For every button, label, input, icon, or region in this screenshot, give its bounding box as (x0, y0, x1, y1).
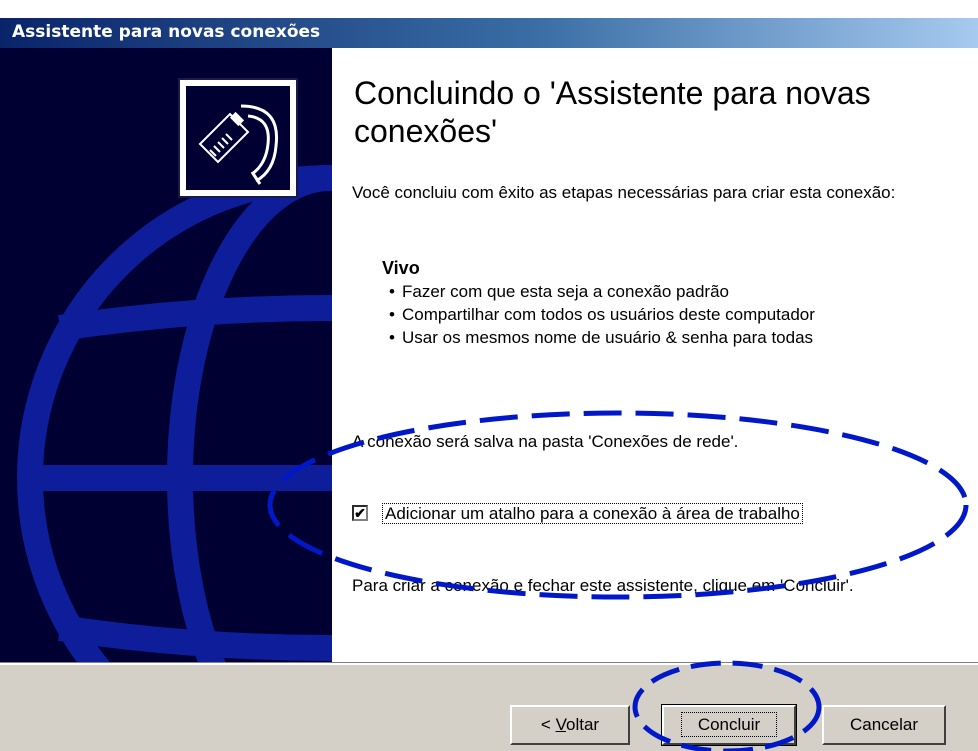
button-bar: < Voltar Concluir Cancelar (0, 662, 978, 751)
intro-text: Você concluiu com êxito as etapas necess… (352, 183, 896, 202)
wizard-content: Concluindo o 'Assistente para novas cone… (332, 48, 978, 663)
top-strip (0, 0, 978, 18)
back-button[interactable]: < Voltar (510, 705, 630, 745)
list-item: • Compartilhar com todos os usuários dest… (389, 305, 815, 324)
title-bar[interactable]: Assistente para novas conexões (0, 18, 978, 48)
page-title: Concluindo o 'Assistente para novas cone… (354, 75, 871, 149)
window-title: Assistente para novas conexões (12, 22, 321, 42)
list-item: • Usar os mesmos nome de usuário & senha … (389, 328, 814, 347)
connection-name: Vivo (382, 258, 420, 278)
finish-instructions: Para criar a conexão e fechar este assis… (352, 576, 854, 595)
wizard-side-panel (0, 48, 332, 663)
finish-button[interactable]: Concluir (661, 704, 797, 746)
cancel-button[interactable]: Cancelar (822, 705, 946, 745)
wizard-window: Assistente para novas conexões Concluind… (0, 0, 978, 751)
shortcut-checkbox-label[interactable]: Adicionar um atalho para a conexão à áre… (382, 503, 803, 525)
shortcut-checkbox[interactable]: ✔ (352, 505, 368, 521)
network-cable-icon (186, 86, 290, 190)
list-item: • Fazer com que esta seja a conexão padrã… (389, 282, 729, 301)
connection-options-list: • Fazer com que esta seja a conexão padrã… (382, 280, 815, 349)
save-location-text: A conexão será salva na pasta 'Conexões … (352, 432, 739, 451)
wizard-image-frame (178, 78, 298, 198)
